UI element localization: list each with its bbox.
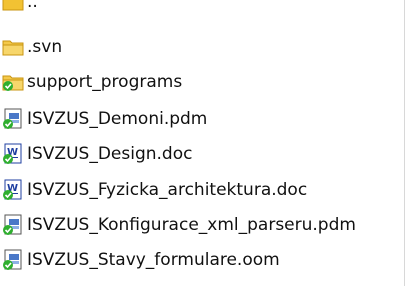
column-separator — [404, 0, 405, 286]
file-name: ISVZUS_Konfigurace_xml_parseru.pdm — [27, 214, 356, 235]
file-name: ISVZUS_Stavy_formulare.oom — [27, 249, 280, 270]
file-row-stavy-formulare[interactable]: ISVZUS_Stavy_formulare.oom — [0, 244, 414, 275]
file-row-svn[interactable]: .svn — [0, 31, 414, 62]
file-list: .. .svn support_programs ISVZUS_Demoni.p… — [0, 0, 414, 286]
pdm-file-icon — [3, 214, 22, 235]
file-name: ISVZUS_Demoni.pdm — [27, 108, 208, 129]
file-name: .. — [27, 0, 38, 12]
oom-file-icon — [3, 249, 22, 270]
folder-icon — [2, 40, 24, 55]
pdm-file-icon — [3, 108, 22, 129]
file-row-support-programs[interactable]: support_programs — [0, 66, 414, 97]
folder-up-icon — [2, 0, 24, 10]
file-row-demoni[interactable]: ISVZUS_Demoni.pdm — [0, 103, 414, 134]
file-row-parent[interactable]: .. — [0, 0, 414, 17]
file-row-fyzicka-architektura[interactable]: W ISVZUS_Fyzicka_architektura.doc — [0, 174, 414, 205]
file-name: ISVZUS_Design.doc — [27, 143, 193, 164]
file-row-konfigurace-xml-parseru[interactable]: ISVZUS_Konfigurace_xml_parseru.pdm — [0, 209, 414, 240]
shared-folder-icon — [2, 75, 24, 91]
file-row-design[interactable]: W ISVZUS_Design.doc — [0, 138, 414, 169]
word-doc-icon: W — [3, 179, 22, 200]
word-doc-icon: W — [3, 143, 22, 164]
file-name: .svn — [27, 36, 63, 57]
file-name: support_programs — [27, 71, 183, 92]
file-name: ISVZUS_Fyzicka_architektura.doc — [27, 179, 308, 200]
